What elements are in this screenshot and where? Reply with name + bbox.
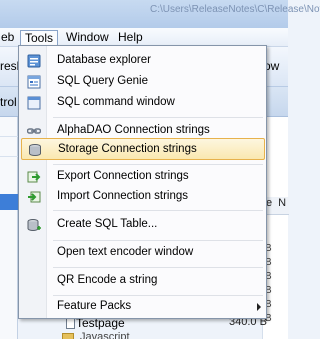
- menu-item-feature-packs[interactable]: Feature Packs: [21, 296, 265, 318]
- sql-query-genie-icon: [27, 75, 41, 89]
- menu-separator: [53, 210, 263, 211]
- left-panel-cell[interactable]: [0, 137, 18, 157]
- connection-chain-icon: [26, 124, 42, 138]
- tools-menu: Database explorer SQL Query Genie SQL co…: [18, 45, 267, 319]
- menu-separator: [53, 117, 263, 118]
- tree-item-javascript[interactable]: Javascript: [80, 331, 130, 339]
- sql-command-window-icon: [27, 96, 41, 110]
- left-panel: [0, 117, 18, 339]
- menu-item-storage-connection-strings[interactable]: Storage Connection strings: [21, 138, 265, 160]
- create-table-icon: [27, 218, 41, 232]
- menu-window[interactable]: Window: [62, 30, 113, 46]
- storage-disk-icon: [28, 143, 42, 157]
- menu-item-create-sql-table[interactable]: Create SQL Table...: [21, 214, 265, 236]
- menu-item-qr-encode[interactable]: QR Encode a string: [21, 270, 265, 292]
- control-label: trol: [0, 95, 17, 109]
- selected-tree-row[interactable]: [0, 194, 18, 210]
- left-panel-cell[interactable]: [0, 117, 18, 137]
- menu-separator: [53, 164, 263, 165]
- menu-item-sql-query-genie[interactable]: SQL Query Genie: [21, 71, 265, 93]
- menu-separator: [53, 267, 263, 268]
- menu-item-export-connection-strings[interactable]: Export Connection strings: [21, 166, 265, 188]
- menu-item-sql-command-window[interactable]: SQL command window: [21, 92, 265, 114]
- title-bar: C:\Users\ReleaseNotes\C\Release\Notes\: [0, 0, 320, 28]
- export-arrow-icon: [27, 170, 41, 184]
- menu-tools[interactable]: Tools: [20, 30, 59, 46]
- database-explorer-icon: [27, 54, 41, 68]
- menu-web[interactable]: eb: [0, 30, 18, 46]
- menu-help[interactable]: Help: [114, 30, 147, 46]
- menu-item-import-connection-strings[interactable]: Import Connection strings: [21, 186, 265, 208]
- menu-separator: [53, 240, 263, 241]
- import-arrow-icon: [27, 190, 41, 204]
- folder-icon: [62, 333, 74, 339]
- window-title-path: C:\Users\ReleaseNotes\C\Release\Notes\: [150, 4, 320, 15]
- menu-item-database-explorer[interactable]: Database explorer: [21, 50, 265, 72]
- submenu-arrow-icon: [257, 303, 261, 311]
- menu-item-open-text-encoder[interactable]: Open text encoder window: [21, 242, 265, 264]
